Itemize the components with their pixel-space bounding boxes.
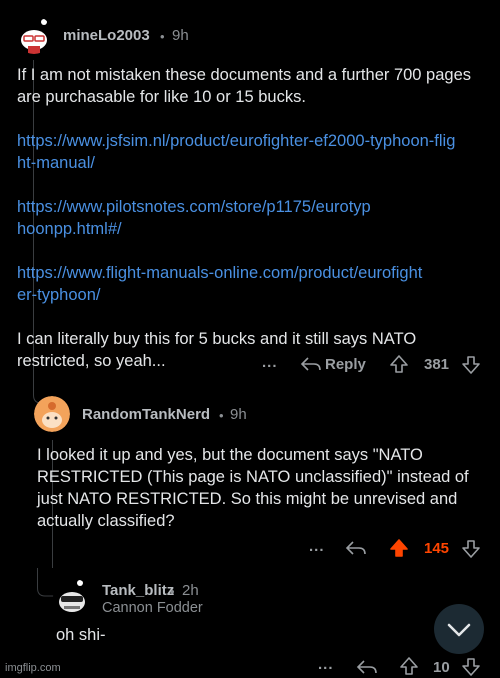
- comment-username[interactable]: mineLo2003: [63, 27, 150, 44]
- link-jsfsim[interactable]: https://www.jsfsim.nl/product/eurofighte…: [17, 130, 457, 174]
- more-options-button[interactable]: ...: [318, 656, 334, 673]
- separator-dot: •: [160, 29, 165, 44]
- score: 145: [424, 540, 450, 557]
- upvote-icon[interactable]: [399, 656, 419, 676]
- reply-icon[interactable]: [300, 355, 322, 373]
- comment-time: 9h: [172, 27, 189, 44]
- watermark: imgflip.com: [5, 662, 61, 674]
- reply-icon[interactable]: [356, 658, 378, 676]
- comment-text: I looked it up and yes, but the document…: [37, 446, 469, 530]
- separator-dot: •: [170, 584, 175, 599]
- separator-dot: •: [219, 408, 224, 423]
- comment-username[interactable]: Tank_blitz: [102, 582, 174, 599]
- avatar-Tank_blitz[interactable]: [53, 578, 91, 616]
- user-flair: Cannon Fodder: [102, 600, 203, 616]
- reply-button[interactable]: Reply: [325, 356, 366, 373]
- link-pilotsnotes[interactable]: https://www.pilotsnotes.com/store/p1175/…: [17, 196, 377, 240]
- comment-username[interactable]: RandomTankNerd: [82, 406, 210, 423]
- score: 10: [433, 659, 450, 676]
- downvote-icon[interactable]: [461, 355, 481, 375]
- chevron-down-icon: [447, 623, 471, 637]
- comment-paragraph: If I am not mistaken these documents and…: [17, 66, 472, 106]
- reply-icon[interactable]: [345, 539, 367, 557]
- comment-text: If I am not mistaken these documents and…: [17, 64, 487, 372]
- downvote-icon[interactable]: [461, 539, 481, 559]
- more-options-button[interactable]: ...: [309, 538, 325, 555]
- snoo-avatar-icon: [15, 16, 53, 54]
- score: 381: [424, 356, 450, 373]
- comment-closing: I can literally buy this for 5 bucks and…: [17, 330, 417, 370]
- snoo-avatar-icon: [34, 396, 70, 432]
- comment-time: 9h: [230, 406, 247, 423]
- avatar-mineLo2003[interactable]: [15, 16, 53, 54]
- upvote-icon-active[interactable]: [389, 538, 409, 558]
- more-options-button[interactable]: ...: [262, 354, 278, 371]
- downvote-icon[interactable]: [461, 657, 481, 677]
- comment-text: oh shi-: [56, 626, 106, 644]
- snoo-avatar-icon: [53, 578, 91, 616]
- link-flight-manuals[interactable]: https://www.flight-manuals-online.com/pr…: [17, 262, 427, 306]
- comment-time: 2h: [182, 582, 199, 599]
- upvote-icon[interactable]: [389, 354, 409, 374]
- avatar-RandomTankNerd[interactable]: [34, 396, 70, 432]
- scroll-down-button[interactable]: [434, 604, 484, 654]
